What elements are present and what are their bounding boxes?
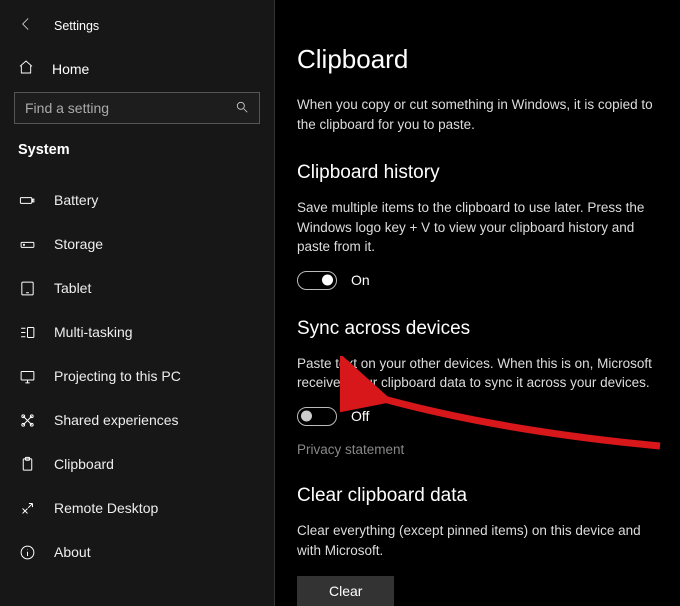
window-header: Settings (14, 10, 260, 51)
clear-button[interactable]: Clear (297, 576, 394, 606)
history-toggle[interactable] (297, 271, 337, 290)
sidebar-item-multitasking[interactable]: Multi-tasking (0, 310, 274, 354)
remote-desktop-icon (18, 499, 36, 517)
sidebar-item-label: Storage (54, 236, 103, 252)
search-icon (235, 100, 249, 117)
home-label: Home (52, 61, 89, 77)
history-toggle-label: On (351, 272, 370, 288)
sync-toggle-row: Off (297, 407, 664, 426)
back-icon[interactable] (18, 16, 34, 35)
sidebar-item-battery[interactable]: Battery (0, 178, 274, 222)
multitasking-icon (18, 323, 36, 341)
sidebar-item-label: Multi-tasking (54, 324, 133, 340)
home-icon (18, 59, 34, 78)
projecting-icon (18, 367, 36, 385)
sync-toggle-label: Off (351, 408, 369, 424)
clear-heading: Clear clipboard data (297, 485, 664, 507)
sync-heading: Sync across devices (297, 318, 664, 340)
sidebar-item-storage[interactable]: Storage (0, 222, 274, 266)
clear-desc: Clear everything (except pinned items) o… (297, 521, 664, 560)
tablet-icon (18, 279, 36, 297)
sync-toggle[interactable] (297, 407, 337, 426)
section-label: System (14, 142, 260, 174)
about-icon (18, 543, 36, 561)
privacy-statement-link[interactable]: Privacy statement (297, 442, 404, 457)
sidebar-item-shared-experiences[interactable]: Shared experiences (0, 398, 274, 442)
sync-desc: Paste text on your other devices. When t… (297, 354, 664, 393)
page-title: Clipboard (297, 44, 664, 75)
history-desc: Save multiple items to the clipboard to … (297, 198, 664, 257)
search-input[interactable] (25, 100, 235, 116)
content-pane: Clipboard When you copy or cut something… (275, 0, 680, 606)
sidebar-item-remote-desktop[interactable]: Remote Desktop (0, 486, 274, 530)
storage-icon (18, 235, 36, 253)
app-title: Settings (54, 19, 99, 33)
sidebar-item-tablet[interactable]: Tablet (0, 266, 274, 310)
intro-text: When you copy or cut something in Window… (297, 95, 664, 134)
search-input-container[interactable] (14, 92, 260, 124)
sidebar-item-label: Battery (54, 192, 98, 208)
sidebar: Settings Home System Battery Storage Tab… (0, 0, 275, 606)
sidebar-item-label: Shared experiences (54, 412, 179, 428)
sidebar-item-about[interactable]: About (0, 530, 274, 574)
history-heading: Clipboard history (297, 162, 664, 184)
sidebar-item-projecting[interactable]: Projecting to this PC (0, 354, 274, 398)
sidebar-nav: Battery Storage Tablet Multi-tasking Pro… (0, 178, 274, 606)
clipboard-icon (18, 455, 36, 473)
sidebar-item-label: About (54, 544, 91, 560)
battery-icon (18, 191, 36, 209)
history-toggle-row: On (297, 271, 664, 290)
sidebar-item-clipboard[interactable]: Clipboard (0, 442, 274, 486)
sidebar-item-label: Projecting to this PC (54, 368, 181, 384)
sidebar-top: Settings Home System (0, 6, 274, 178)
sidebar-item-label: Tablet (54, 280, 91, 296)
sidebar-item-label: Remote Desktop (54, 500, 158, 516)
sidebar-item-label: Clipboard (54, 456, 114, 472)
home-nav[interactable]: Home (14, 51, 260, 92)
shared-experiences-icon (18, 411, 36, 429)
